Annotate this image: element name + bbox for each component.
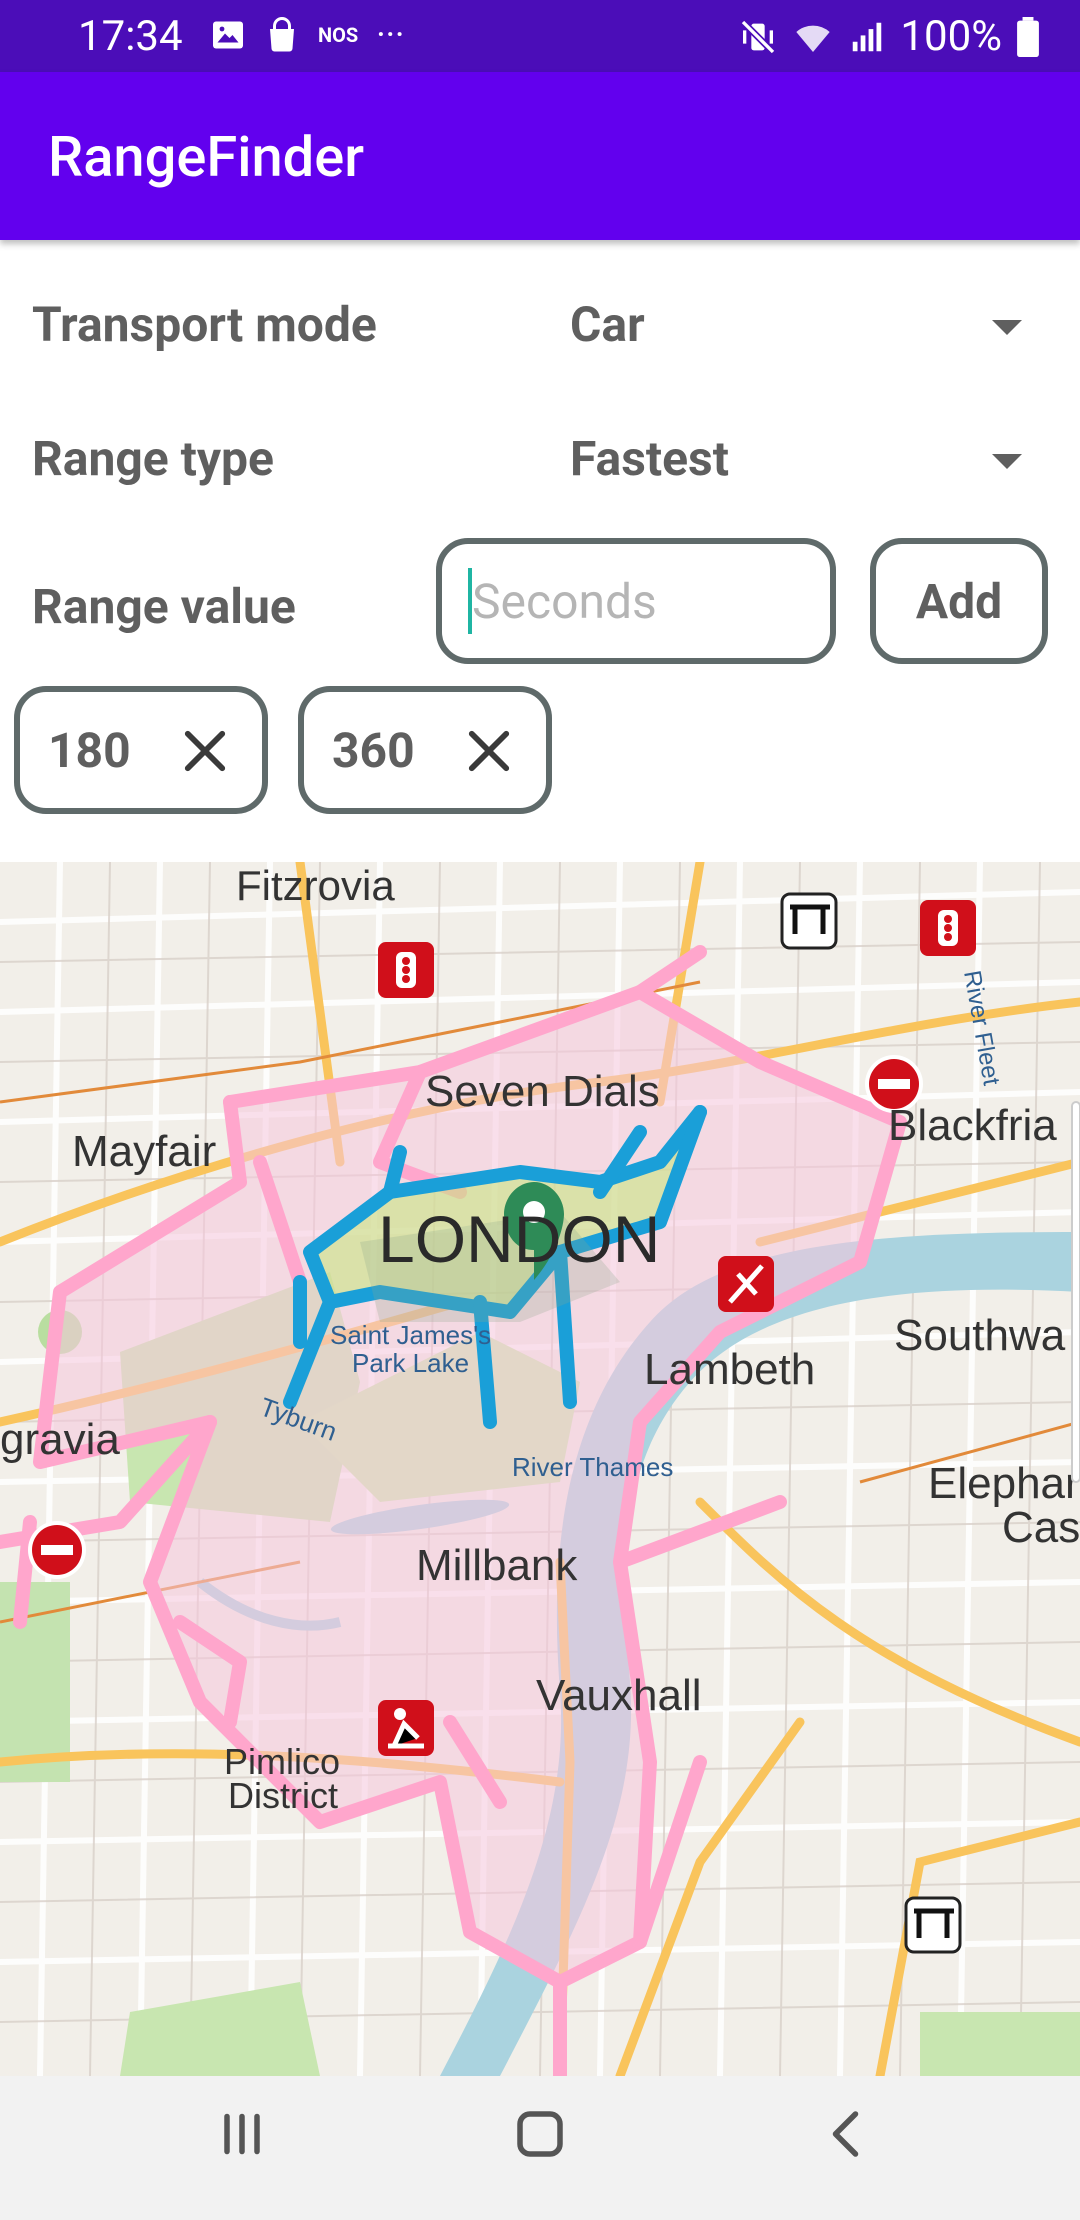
map-label: District bbox=[228, 1775, 338, 1816]
range-type-spinner[interactable]: Fastest bbox=[560, 414, 1060, 504]
status-system-icons: 100% bbox=[738, 12, 1040, 61]
traffic-light-icon[interactable] bbox=[378, 942, 434, 998]
range-value-label: Range value bbox=[32, 578, 296, 635]
transport-mode-value: Car bbox=[570, 296, 645, 353]
status-notification-icons: NOS ··· bbox=[210, 14, 404, 56]
map-label: Elephar bbox=[928, 1459, 1080, 1508]
add-button[interactable]: Add bbox=[870, 538, 1048, 664]
no-entry-icon[interactable] bbox=[28, 1521, 86, 1579]
map-label: Saint James's bbox=[330, 1320, 491, 1350]
range-chip-label: 180 bbox=[48, 721, 131, 779]
seconds-input[interactable]: Seconds bbox=[436, 538, 836, 664]
lane-closed-icon[interactable] bbox=[780, 892, 838, 950]
text-cursor bbox=[468, 568, 472, 634]
map-label: Park Lake bbox=[352, 1348, 469, 1378]
mute-vibrate-icon bbox=[741, 19, 776, 54]
traffic-light-icon[interactable] bbox=[920, 900, 976, 956]
map-label: Cas bbox=[1002, 1503, 1080, 1552]
shopping-bag-icon bbox=[270, 17, 294, 52]
status-bar: 17:34 NOS ··· 100% bbox=[0, 0, 1080, 72]
map-label: Millbank bbox=[416, 1541, 578, 1590]
image-icon bbox=[213, 21, 243, 49]
map-label: Lambeth bbox=[644, 1345, 815, 1394]
range-chip: 360 bbox=[298, 686, 552, 814]
map-canvas: Fitzrovia Seven Dials Mayfair Blackfria … bbox=[0, 862, 1080, 2076]
range-chip: 180 bbox=[14, 686, 268, 814]
chevron-down-icon bbox=[992, 454, 1022, 469]
transport-mode-spinner[interactable]: Car bbox=[560, 280, 1060, 370]
range-type-label: Range type bbox=[32, 430, 274, 487]
app-bar: RangeFinder bbox=[0, 72, 1080, 240]
more-dots-icon: ··· bbox=[376, 14, 405, 56]
chevron-down-icon bbox=[992, 320, 1022, 335]
map-label: Mayfair bbox=[72, 1127, 216, 1176]
recent-apps-icon[interactable] bbox=[212, 2104, 272, 2164]
back-icon[interactable] bbox=[818, 2104, 878, 2164]
map-label: Southwa bbox=[894, 1311, 1066, 1360]
signal-icon bbox=[853, 22, 882, 51]
seconds-placeholder: Seconds bbox=[472, 572, 657, 630]
battery-icon bbox=[1017, 16, 1039, 57]
close-icon[interactable] bbox=[182, 728, 228, 774]
map-view[interactable]: Fitzrovia Seven Dials Mayfair Blackfria … bbox=[0, 862, 1080, 2076]
lane-closed-icon[interactable] bbox=[904, 1896, 962, 1954]
road-works-icon[interactable] bbox=[718, 1256, 774, 1312]
map-label: River Thames bbox=[512, 1452, 673, 1482]
map-label: Fitzrovia bbox=[236, 862, 395, 909]
road-works-icon[interactable] bbox=[378, 1700, 434, 1756]
map-label: Seven Dials bbox=[425, 1067, 660, 1116]
range-chip-label: 360 bbox=[332, 721, 415, 779]
map-label: LONDON bbox=[378, 1202, 660, 1276]
add-button-label: Add bbox=[915, 572, 1003, 630]
navigation-bar bbox=[0, 2076, 1080, 2220]
map-label: Vauxhall bbox=[536, 1671, 702, 1720]
home-icon[interactable] bbox=[510, 2104, 570, 2164]
map-label: gravia bbox=[0, 1415, 120, 1464]
map-label: Blackfria bbox=[888, 1101, 1057, 1150]
app-title: RangeFinder bbox=[48, 124, 364, 190]
map-edge-handle[interactable] bbox=[1071, 1101, 1080, 1483]
range-type-value: Fastest bbox=[570, 430, 729, 487]
close-icon[interactable] bbox=[466, 728, 512, 774]
battery-percent: 100% bbox=[900, 12, 1002, 61]
wifi-icon bbox=[796, 25, 831, 52]
status-time: 17:34 bbox=[78, 12, 183, 61]
transport-mode-label: Transport mode bbox=[32, 296, 377, 353]
nos-icon: NOS bbox=[318, 23, 359, 47]
